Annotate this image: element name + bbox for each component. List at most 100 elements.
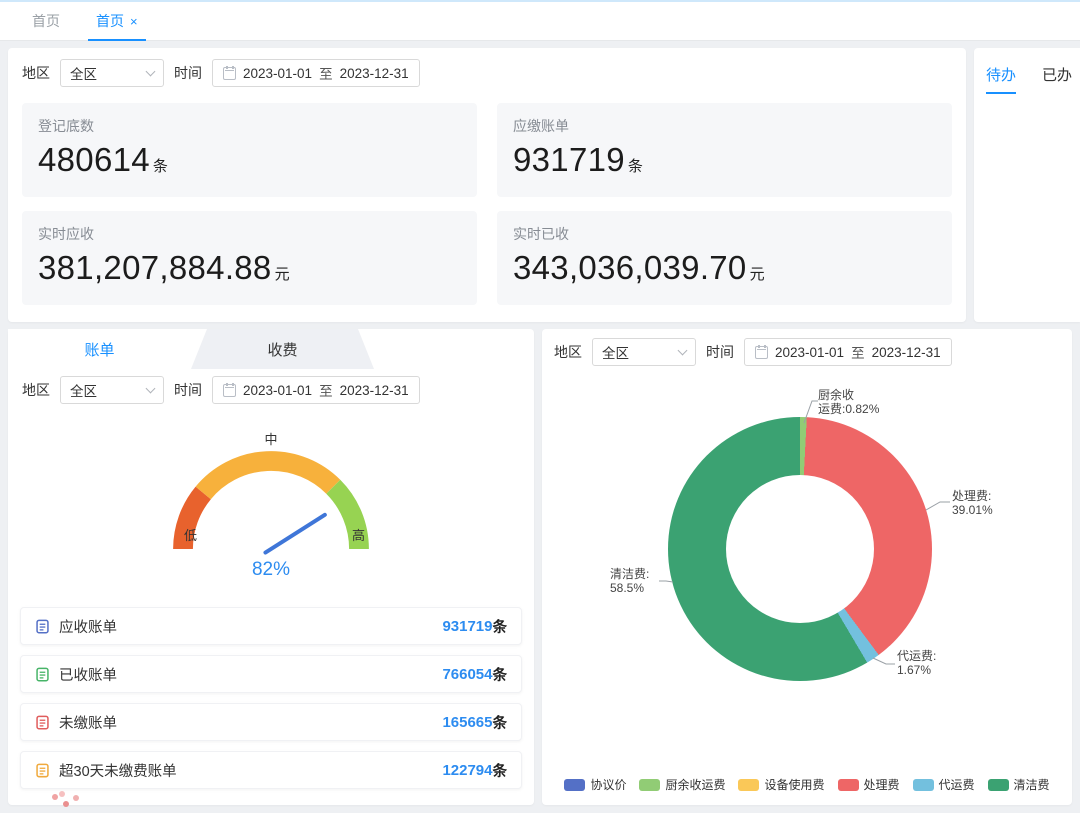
- region-select[interactable]: 全区: [592, 338, 696, 366]
- tab-todo[interactable]: 待办: [986, 64, 1016, 94]
- time-label: 时间: [706, 342, 734, 362]
- legend-swatch: [738, 779, 759, 791]
- nav-tab-home-active[interactable]: 首页 ×: [78, 2, 156, 40]
- bill-value: 766054: [442, 666, 492, 683]
- legend-swatch: [913, 779, 934, 791]
- nav-tab-home[interactable]: 首页: [14, 2, 78, 40]
- date-range-picker[interactable]: 2023-01-01 至 2023-12-31: [212, 376, 420, 404]
- legend-item-processing-fee[interactable]: 处理费: [838, 776, 900, 793]
- slice-label-cleaning: 清洁费: 58.5%: [610, 568, 649, 596]
- bill-value: 931719: [442, 618, 492, 635]
- stat-title: 登记底数: [38, 116, 461, 136]
- slice-label-line: 运费:0.82%: [818, 403, 879, 417]
- bill-unit: 条: [493, 664, 508, 685]
- region-label: 地区: [22, 63, 50, 83]
- overview-panel: 地区 全区 时间 2023-01-01 至 2023-12-31 登记底数 48…: [8, 48, 966, 322]
- slice-label-line: 58.5%: [610, 582, 649, 596]
- stat-number: 480614: [38, 141, 150, 178]
- date-end: 2023-12-31: [340, 383, 409, 398]
- legend-swatch: [564, 779, 585, 791]
- gauge-chart-area: 中 低 高 82%: [8, 413, 534, 599]
- tab-bills[interactable]: 账单: [8, 329, 191, 369]
- date-range-picker[interactable]: 2023-01-01 至 2023-12-31: [212, 59, 420, 87]
- stat-unit: 条: [628, 158, 643, 175]
- bill-list: 应收账单 931719 条 已收账单 766054 条 未缴账单 16566: [20, 607, 522, 789]
- donut-chart[interactable]: [668, 417, 932, 681]
- gauge-label-mid: 中: [8, 429, 534, 448]
- bill-doc-icon: [35, 667, 50, 682]
- slice-label-transport: 代运费: 1.67%: [897, 650, 936, 678]
- legend-label: 清洁费: [1014, 776, 1050, 793]
- bill-unit: 条: [493, 712, 508, 733]
- legend-item-food-waste-fee[interactable]: 厨余收运费: [639, 776, 725, 793]
- bill-doc-icon: [35, 763, 50, 778]
- chart-legend: 协议价 厨余收运费 设备使用费 处理费 代运费 清洁费: [542, 776, 1072, 793]
- bill-doc-icon: [35, 619, 50, 634]
- todo-tabs: 待办 已办: [974, 48, 1080, 94]
- region-select[interactable]: 全区: [60, 376, 164, 404]
- stat-title: 实时已收: [513, 224, 936, 244]
- legend-item-transport-fee[interactable]: 代运费: [913, 776, 975, 793]
- slice-label-line: 39.01%: [952, 504, 993, 518]
- stat-value: 381,207,884.88元: [38, 249, 461, 287]
- gauge-chart: [161, 439, 381, 571]
- legend-item-cleaning-fee[interactable]: 清洁费: [988, 776, 1050, 793]
- legend-item-equipment-fee[interactable]: 设备使用费: [738, 776, 824, 793]
- date-start: 2023-01-01: [243, 66, 312, 81]
- filter-row: 地区 全区 时间 2023-01-01 至 2023-12-31: [22, 58, 952, 88]
- time-label: 时间: [174, 380, 202, 400]
- gauge-number: 82: [252, 559, 273, 580]
- stat-card-receivable-amount: 实时应收 381,207,884.88元: [22, 211, 477, 305]
- slice-label-line: 代运费:: [897, 650, 936, 664]
- calendar-icon: [223, 67, 236, 80]
- legend-label: 设备使用费: [764, 776, 824, 793]
- legend-swatch: [639, 779, 660, 791]
- slice-label-line: 处理费:: [952, 490, 993, 504]
- filter-row: 地区 全区 时间 2023-01-01 至 2023-12-31: [554, 337, 1060, 367]
- stat-number: 381,207,884.88: [38, 249, 272, 286]
- date-range-picker[interactable]: 2023-01-01 至 2023-12-31: [744, 338, 952, 366]
- region-select-value: 全区: [602, 342, 629, 362]
- chevron-down-icon: [146, 383, 156, 393]
- list-item-receivable: 应收账单 931719 条: [20, 607, 522, 645]
- nav-tab-bar: 首页 首页 ×: [0, 0, 1080, 41]
- bill-label: 已收账单: [59, 664, 442, 685]
- calendar-icon: [223, 384, 236, 397]
- legend-label: 厨余收运费: [665, 776, 725, 793]
- bill-unit: 条: [493, 616, 508, 637]
- bill-label: 未缴账单: [59, 712, 442, 733]
- bill-doc-icon: [35, 715, 50, 730]
- slice-label-processing: 处理费: 39.01%: [952, 490, 993, 518]
- tab-done[interactable]: 已办: [1042, 64, 1072, 94]
- legend-swatch: [838, 779, 859, 791]
- donut-hole: [726, 475, 874, 623]
- region-select-value: 全区: [70, 380, 97, 400]
- stat-card-payable-bills: 应缴账单 931719条: [497, 103, 952, 197]
- bill-value: 122794: [442, 762, 492, 779]
- region-select[interactable]: 全区: [60, 59, 164, 87]
- gauge-segment-mid: [203, 461, 333, 493]
- stat-unit: 元: [750, 266, 765, 283]
- stat-unit: 条: [153, 158, 168, 175]
- decorative-dots: [52, 794, 58, 800]
- close-icon[interactable]: ×: [130, 14, 138, 29]
- date-end: 2023-12-31: [340, 66, 409, 81]
- tab-charges[interactable]: 收费: [191, 329, 374, 369]
- stat-title: 应缴账单: [513, 116, 936, 136]
- stat-unit: 元: [275, 266, 290, 283]
- gauge-label-low: 低: [184, 525, 197, 544]
- donut-chart-area: 厨余收 运费:0.82% 处理费: 39.01% 代运费: 1.67% 清洁费:…: [542, 375, 1072, 767]
- gauge-label-high: 高: [352, 525, 365, 544]
- gauge-unit: %: [273, 559, 290, 580]
- legend-item-agreement-price[interactable]: 协议价: [564, 776, 626, 793]
- bill-panel: 账单 收费 地区 全区 时间 2023-01-01 至 2023-12-31 中…: [8, 329, 534, 805]
- stat-title: 实时应收: [38, 224, 461, 244]
- gauge-needle: [265, 515, 324, 553]
- date-separator: 至: [319, 63, 333, 83]
- slice-label-line: 1.67%: [897, 664, 936, 678]
- nav-tab-label: 首页: [96, 11, 124, 31]
- region-label: 地区: [22, 380, 50, 400]
- legend-swatch: [988, 779, 1009, 791]
- date-separator: 至: [851, 342, 865, 362]
- legend-label: 协议价: [590, 776, 626, 793]
